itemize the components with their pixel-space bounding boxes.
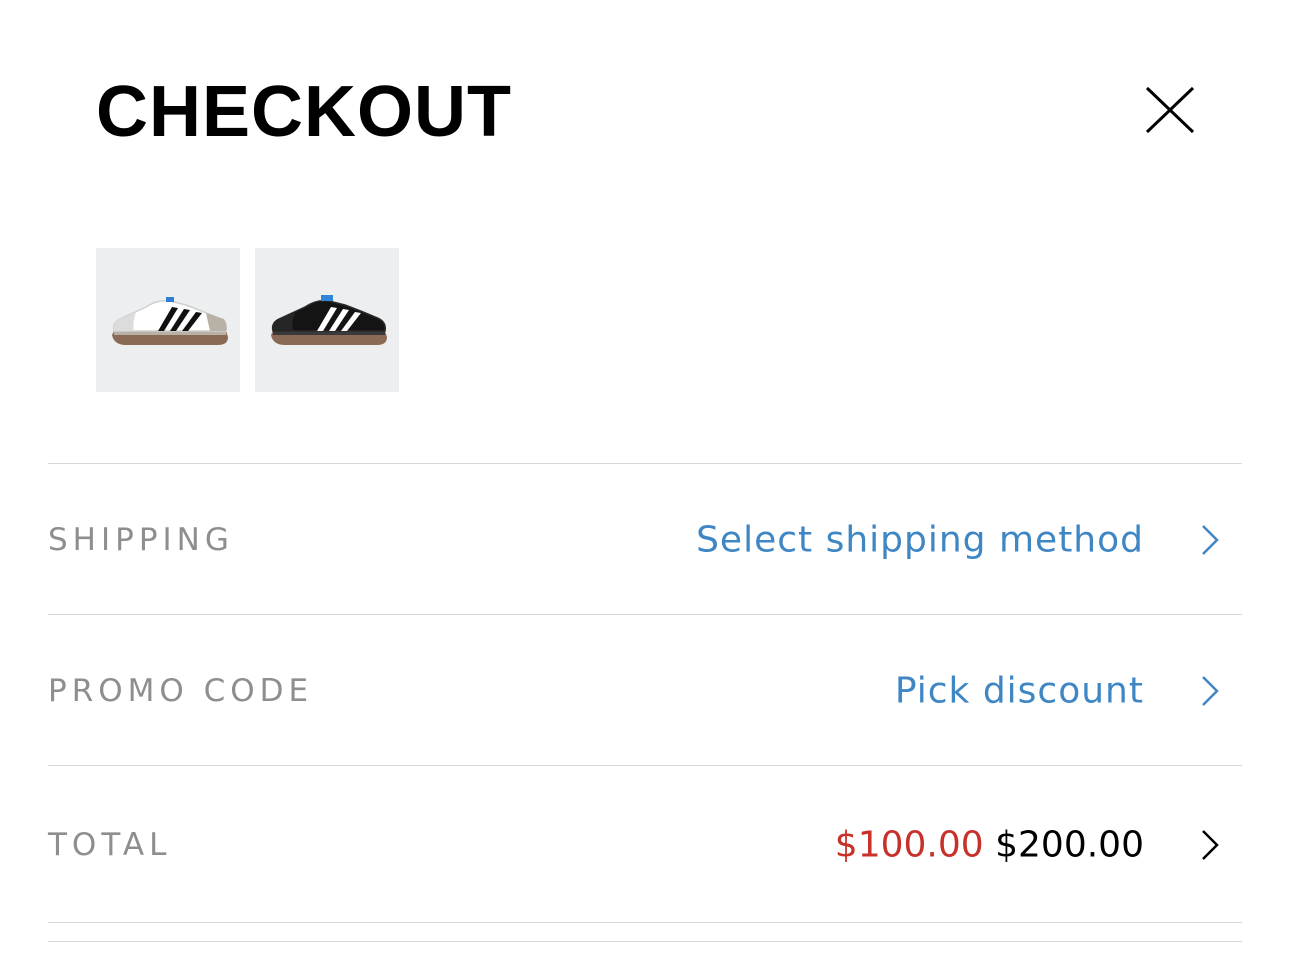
total-row[interactable]: TOTAL $100.00 $200.00	[48, 770, 1242, 920]
divider	[48, 765, 1242, 766]
select-shipping-method-link[interactable]: Select shipping method	[696, 520, 1144, 561]
chevron-right-icon	[1200, 523, 1220, 557]
divider	[48, 941, 1242, 942]
product-thumbnails	[96, 248, 399, 392]
white-sneaker-image	[112, 297, 228, 345]
chevron-right-icon	[1200, 828, 1220, 862]
total-prices: $100.00 $200.00	[835, 825, 1144, 866]
discounted-price: $100.00	[834, 824, 984, 866]
page-title: CHECKOUT	[96, 72, 512, 152]
black-sneaker-image	[271, 295, 387, 345]
shipping-row[interactable]: SHIPPING Select shipping method	[48, 465, 1242, 615]
product-thumbnail-white-sneaker[interactable]	[96, 248, 240, 392]
close-button[interactable]	[1140, 82, 1200, 138]
promo-code-row[interactable]: PROMO CODE Pick discount	[48, 616, 1242, 766]
shipping-label: SHIPPING	[48, 522, 234, 558]
pick-discount-link[interactable]: Pick discount	[895, 671, 1144, 712]
divider	[48, 614, 1242, 615]
total-label: TOTAL	[48, 827, 172, 863]
close-icon	[1145, 86, 1195, 134]
original-price: $200.00	[995, 824, 1144, 866]
product-thumbnail-black-sneaker[interactable]	[255, 248, 399, 392]
chevron-right-icon	[1200, 674, 1220, 708]
promo-code-label: PROMO CODE	[48, 673, 314, 709]
divider	[48, 922, 1242, 923]
divider	[48, 463, 1242, 464]
